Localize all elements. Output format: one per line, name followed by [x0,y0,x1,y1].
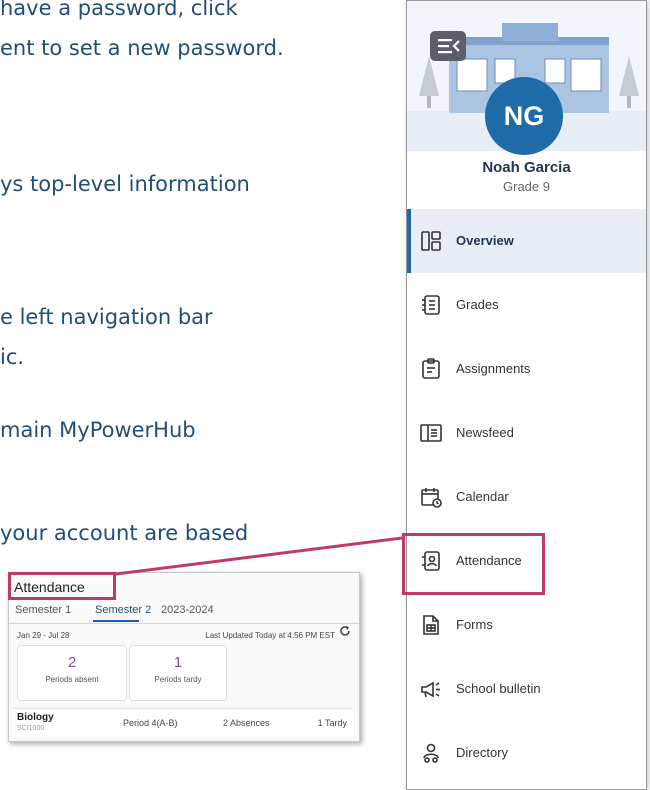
assignments-icon [419,357,443,381]
sidebar-item-directory[interactable]: Directory [407,721,646,785]
doc-text-line: main MyPowerHub [0,418,196,442]
forms-icon [419,613,443,637]
divider [9,623,359,624]
sidebar-item-label: Grades [456,297,499,312]
sidebar-item-label: School bulletin [456,681,541,696]
absences-count: 2 Absences [223,718,270,728]
student-name: Noah Garcia [482,159,571,176]
last-updated-text: Last Updated Today at 4:56 PM EST [205,631,335,640]
date-range: Jan 29 - Jul 28 [17,631,70,640]
sidebar-item-calendar[interactable]: Calendar [407,465,646,529]
active-tab-indicator [93,620,139,622]
megaphone-icon [419,677,443,701]
course-period: Period 4(A-B) [123,718,178,728]
stat-value: 2 [67,654,77,671]
calendar-icon [419,485,443,509]
doc-text-line: ent to set a new password. [0,36,284,60]
stat-value: 1 [173,654,183,671]
sidebar-item-label: Directory [456,745,509,760]
stat-periods-absent: 2 Periods absent [17,645,127,701]
sidebar-item-assignments[interactable]: Assignments [407,337,646,401]
stat-label: Periods tardy [154,675,202,684]
doc-text-line: ic. [0,345,25,369]
sidebar-item-school-bulletin[interactable]: School bulletin [407,657,646,721]
doc-text-line: have a password, click [0,0,238,20]
table-row[interactable]: Biology SCI1000 Period 4(A-B) 2 Absences… [13,708,353,737]
stat-periods-tardy: 1 Periods tardy [129,645,227,701]
callout-highlight-sidebar-attendance [402,533,545,595]
refresh-icon[interactable] [339,625,351,640]
sidebar: NG Noah Garcia Grade 9 Overview Grades A… [406,0,647,790]
tab-semester-1[interactable]: Semester 1 [15,604,71,616]
doc-text-line: e left navigation bar [0,305,213,329]
directory-icon [419,741,443,765]
tab-semester-2[interactable]: Semester 2 [95,604,151,616]
sidebar-item-forms[interactable]: Forms [407,593,646,657]
sidebar-item-label: Overview [456,233,514,248]
doc-text-line: ys top-level information [0,172,250,196]
sidebar-item-overview[interactable]: Overview [407,209,646,273]
collapse-menu-icon[interactable] [430,31,466,61]
tardy-count: 1 Tardy [317,718,347,728]
newsfeed-icon [419,421,443,445]
tab-2023-2024[interactable]: 2023-2024 [161,604,214,616]
grades-icon [419,293,443,317]
sidebar-item-label: Forms [456,617,493,632]
course-code: SCI1000 [17,725,45,732]
student-grade: Grade 9 [503,179,550,194]
sidebar-item-label: Newsfeed [456,425,514,440]
callout-highlight-card-title [8,572,116,600]
stat-label: Periods absent [45,675,99,684]
sidebar-item-label: Calendar [456,489,509,504]
doc-text-line: your account are based [0,521,249,545]
sidebar-item-newsfeed[interactable]: Newsfeed [407,401,646,465]
sidebar-item-label: Assignments [456,361,531,376]
course-name: Biology [17,712,54,723]
overview-icon [419,229,443,253]
avatar[interactable]: NG [485,77,563,155]
sidebar-item-grades[interactable]: Grades [407,273,646,337]
